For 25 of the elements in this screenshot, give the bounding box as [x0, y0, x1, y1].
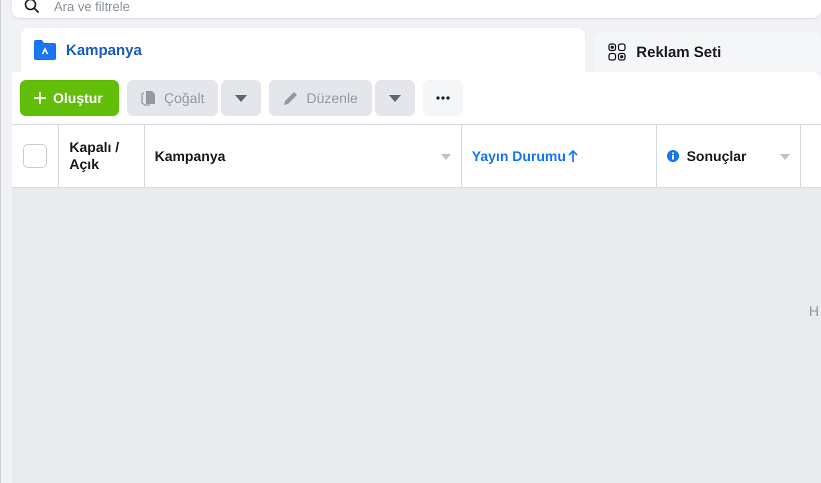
dropdown-button[interactable] — [374, 80, 415, 116]
column-header[interactable]: Kampanya — [154, 148, 226, 164]
search-icon — [24, 0, 40, 14]
sort-arrow-icon — [568, 150, 578, 162]
more-icon — [436, 96, 450, 100]
search-field[interactable]: Ara ve filtrele — [54, 0, 809, 14]
column-header[interactable]: Yayın Durumu — [472, 148, 566, 164]
folder-icon — [34, 40, 56, 60]
tab[interactable]: Kampanya — [21, 28, 586, 72]
tab[interactable]: Reklam Seti — [595, 32, 821, 72]
column-header[interactable]: Kapalı / Açık — [69, 139, 134, 173]
caret-icon — [388, 94, 401, 102]
empty-state-text: H — [808, 302, 819, 320]
dropdown-button[interactable] — [221, 80, 262, 116]
select-all-checkbox[interactable] — [23, 144, 48, 168]
caret-icon[interactable] — [780, 154, 790, 160]
more-button[interactable] — [422, 80, 463, 116]
caret-icon — [235, 94, 248, 102]
grid-icon — [608, 43, 626, 61]
column-header[interactable]: Sonuçlar — [686, 148, 746, 164]
pencil-icon — [283, 90, 300, 106]
search-bar[interactable]: Ara ve filtrele — [12, 0, 821, 18]
copy-icon — [141, 90, 157, 106]
plus-icon — [34, 92, 46, 104]
caret-icon[interactable] — [440, 154, 451, 160]
